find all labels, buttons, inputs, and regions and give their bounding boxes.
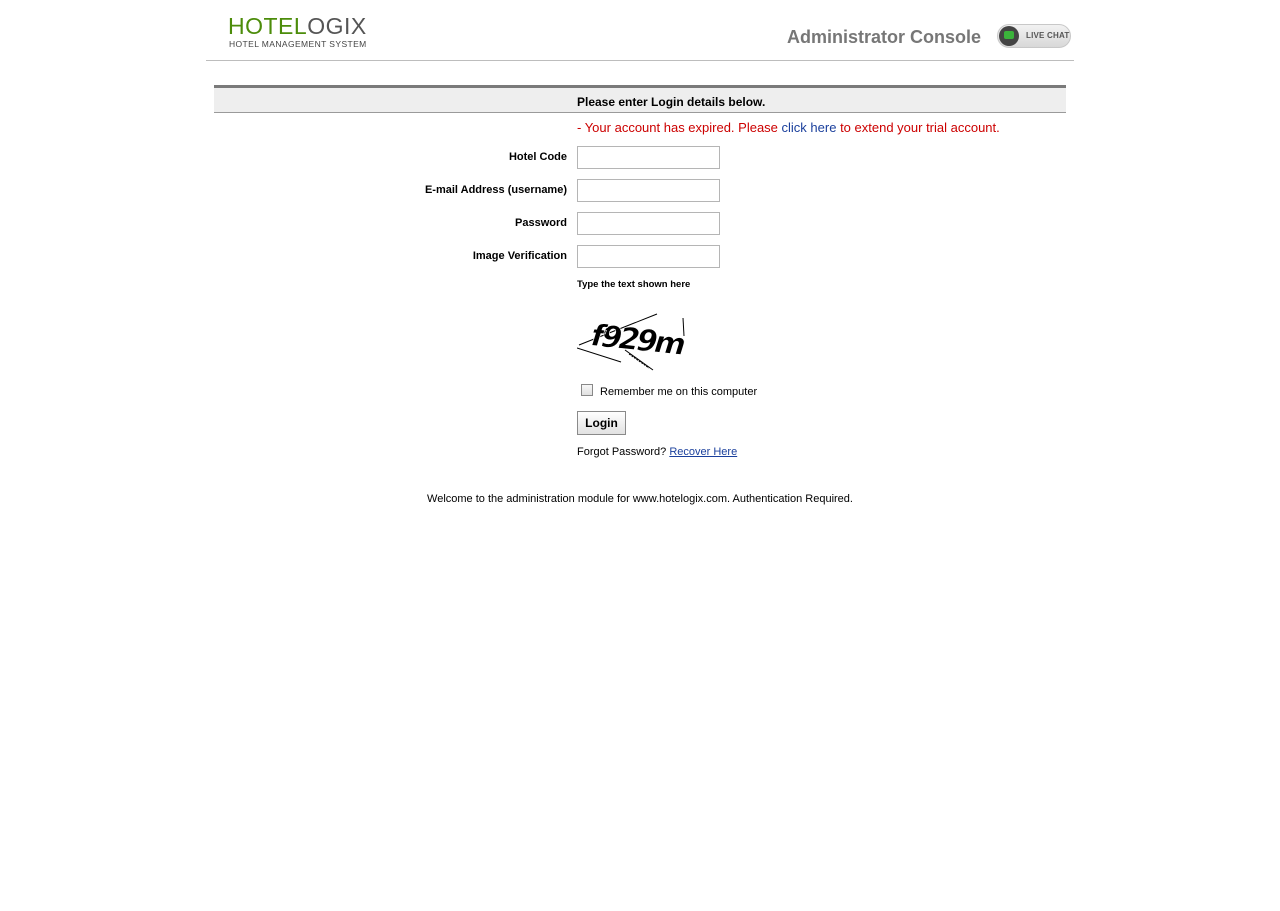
extend-trial-link[interactable]: click here [782,120,837,135]
console-title: Administrator Console [786,27,981,47]
email-input[interactable] [577,179,720,202]
login-section-title: Please enter Login details below. [577,95,766,109]
account-expired-message: - Your account has expired. Please click… [577,120,1000,135]
error-prefix: - Your account has expired. Please [577,120,782,135]
login-button[interactable]: Login [577,411,626,435]
footer-welcome-text: Welcome to the administration module for… [427,493,853,505]
password-input[interactable] [577,212,720,235]
captcha-instruction: Type the text shown here [577,279,691,290]
logo-part-hotel: HOTEL [228,13,308,39]
hotel-code-input[interactable] [577,146,720,169]
password-label: Password [515,217,567,229]
hotel-code-label: Hotel Code [508,151,567,163]
logo-wordmark: HOTELOGIX [228,14,367,38]
remember-me-checkbox[interactable] [581,384,593,396]
image-verification-label: Image Verification [472,250,567,262]
live-chat-label: LIVE CHAT [1026,31,1070,40]
email-label: E-mail Address (username) [424,184,567,196]
hotelogix-logo[interactable]: HOTELOGIX HOTEL MANAGEMENT SYSTEM [228,14,367,49]
error-suffix: to extend your trial account. [836,120,1000,135]
remember-me-label[interactable]: Remember me on this computer [600,386,757,398]
image-verification-input[interactable] [577,245,720,268]
chat-bubble-icon [999,26,1019,46]
header: HOTELOGIX HOTEL MANAGEMENT SYSTEM Admini… [206,0,1074,61]
logo-part-ogix: OGIX [307,13,367,39]
recover-here-link[interactable]: Recover Here [669,446,737,458]
live-chat-button[interactable]: LIVE CHAT [997,24,1071,48]
forgot-password: Forgot Password? Recover Here [577,446,737,458]
logo-subtitle: HOTEL MANAGEMENT SYSTEM [229,39,367,49]
login-section-header: Please enter Login details below. [214,85,1066,113]
captcha-image: f929m [577,313,686,371]
forgot-password-text: Forgot Password? [577,446,670,458]
